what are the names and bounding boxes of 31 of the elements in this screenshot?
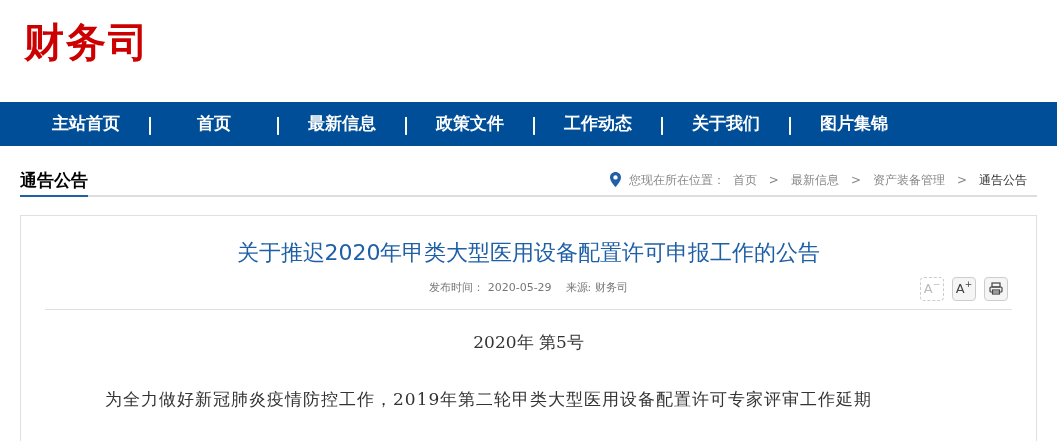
printer-icon	[989, 282, 1003, 295]
breadcrumb-separator: >	[767, 171, 780, 189]
document-number: 2020年 第5号	[472, 330, 585, 354]
breadcrumb-link[interactable]: 首页	[732, 170, 757, 189]
breadcrumb-link[interactable]: 通告公告	[979, 170, 1027, 189]
nav-separator: |	[657, 112, 667, 137]
breadcrumb-separator: >	[849, 171, 862, 189]
print-button[interactable]	[984, 276, 1008, 301]
nav-link[interactable]: 工作动态	[559, 111, 637, 137]
nav-link[interactable]: 政策文件	[431, 111, 509, 137]
breadcrumb-label: 您现在所在位置：	[628, 171, 725, 189]
site-logo: 财务司	[24, 19, 150, 65]
nav-separator: |	[529, 112, 539, 137]
nav-link[interactable]: 主站首页	[47, 111, 125, 137]
nav-link[interactable]: 最新信息	[303, 111, 381, 137]
breadcrumb-link[interactable]: 资产装备管理	[872, 170, 945, 189]
nav-separator: |	[401, 112, 411, 137]
nav-separator: |	[785, 112, 795, 137]
nav-separator: |	[145, 112, 155, 137]
section-title: 通告公告	[20, 168, 88, 197]
breadcrumb-separator: >	[955, 171, 968, 189]
article-paragraph: 为全力做好新冠肺炎疫情防控工作，2019年第二轮甲类大型医用设备配置许可专家评审工作延期	[104, 388, 874, 411]
article-meta: 发布时间： 2020-05-29 来源: 财务司	[429, 280, 628, 297]
nav-link[interactable]: 首页	[175, 111, 253, 137]
nav-separator: |	[273, 112, 283, 137]
nav-link[interactable]: 关于我们	[687, 111, 765, 137]
article-title: 关于推迟2020年甲类大型医用设备配置许可申报工作的公告	[235, 238, 822, 267]
breadcrumb-link[interactable]: 最新信息	[790, 170, 839, 189]
increase-font-button[interactable]: A$^{+}$	[952, 276, 976, 301]
location-pin-icon	[609, 172, 621, 187]
nav-link[interactable]: 图片集锦	[815, 111, 893, 137]
